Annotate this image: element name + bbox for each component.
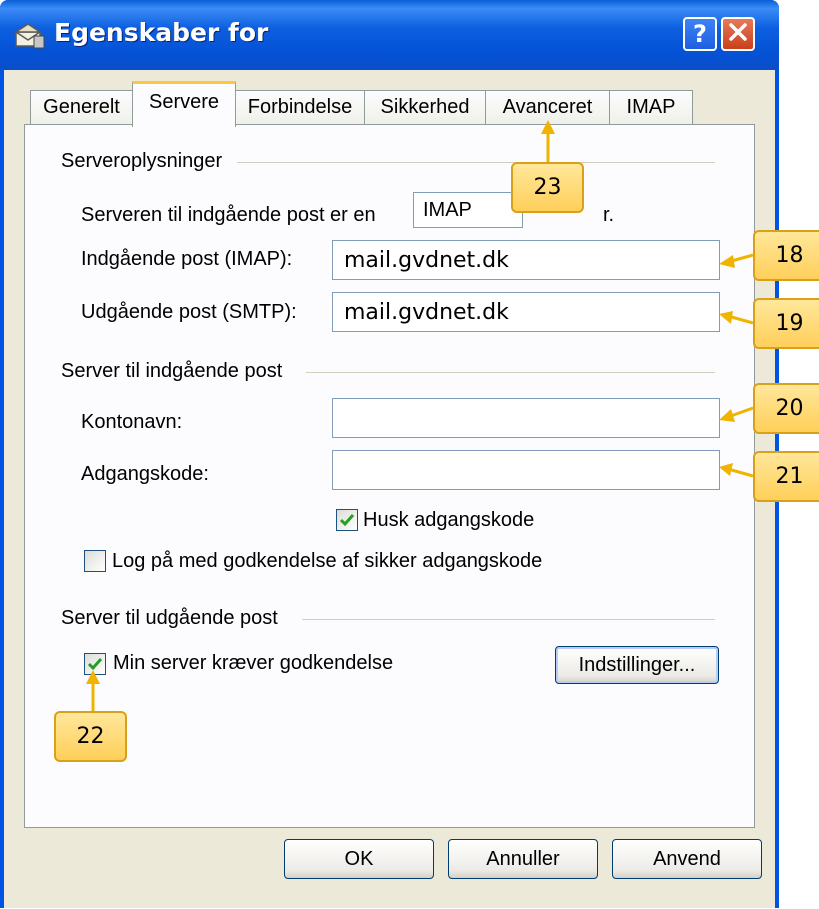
callout-arrows	[86, 120, 754, 711]
